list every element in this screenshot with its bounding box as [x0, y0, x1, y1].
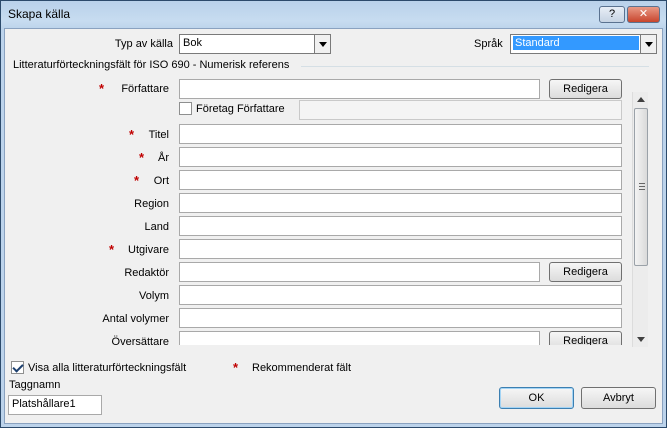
title-bar: Skapa källa ? ✕: [1, 1, 666, 28]
cancel-button[interactable]: Avbryt: [581, 387, 656, 409]
year-label: År: [158, 152, 169, 164]
title-input[interactable]: [179, 124, 622, 144]
country-label: Land: [144, 221, 169, 233]
create-source-dialog: Skapa källa ? ✕ Typ av källa Bok Språk S…: [0, 0, 667, 428]
publisher-input[interactable]: [179, 239, 622, 259]
group-divider: [301, 66, 649, 67]
volume-label: Volym: [139, 290, 169, 302]
group-title: Litteraturförteckningsfält för ISO 690 -…: [13, 59, 290, 71]
show-all-fields-label: Visa alla litteraturförteckningsfält: [28, 362, 187, 374]
tag-name-input[interactable]: Platshållare1: [8, 395, 102, 415]
city-input[interactable]: [179, 170, 622, 190]
author-input[interactable]: [179, 79, 540, 99]
show-all-fields-checkbox[interactable]: [11, 361, 24, 374]
title-label: Titel: [148, 129, 169, 141]
editor-edit-button[interactable]: Redigera: [549, 262, 622, 282]
corporate-author-checkbox[interactable]: [179, 102, 192, 115]
ok-button[interactable]: OK: [499, 387, 574, 409]
corporate-author-label: Företag Författare: [196, 103, 285, 115]
fields-scrollbar[interactable]: [632, 92, 648, 347]
country-input[interactable]: [179, 216, 622, 236]
fields-panel: * Författare Redigera Företag Författare…: [5, 73, 645, 345]
volume-input[interactable]: [179, 285, 622, 305]
language-dropdown[interactable]: Standard: [510, 34, 657, 54]
grip-line: [639, 186, 645, 187]
source-type-dropdown[interactable]: Bok: [179, 34, 331, 54]
dialog-body: Typ av källa Bok Språk Standard Litterat…: [4, 28, 663, 424]
help-button[interactable]: ?: [599, 6, 625, 23]
scroll-up-icon[interactable]: [633, 92, 649, 108]
grip-line: [639, 183, 645, 184]
source-type-label: Typ av källa: [114, 38, 173, 50]
translator-input[interactable]: [179, 331, 540, 345]
num-volumes-input[interactable]: [179, 308, 622, 328]
window-title: Skapa källa: [8, 7, 71, 21]
city-label: Ort: [153, 175, 169, 187]
editor-label: Redaktör: [124, 267, 169, 279]
close-button[interactable]: ✕: [627, 6, 660, 23]
chevron-down-icon[interactable]: [314, 35, 330, 53]
tag-name-label: Taggnamn: [9, 379, 61, 391]
language-value: Standard: [513, 36, 639, 50]
grip-line: [639, 189, 645, 190]
scrollbar-thumb[interactable]: [634, 108, 648, 266]
region-input[interactable]: [179, 193, 622, 213]
scroll-down-icon[interactable]: [633, 331, 649, 347]
recommended-field-legend: Rekommenderat fält: [252, 362, 352, 374]
editor-input[interactable]: [179, 262, 540, 282]
recommended-marker: *: [233, 360, 239, 375]
num-volumes-label: Antal volymer: [102, 313, 169, 325]
author-edit-button[interactable]: Redigera: [549, 79, 622, 99]
chevron-down-icon[interactable]: [640, 35, 656, 53]
publisher-label: Utgivare: [128, 244, 169, 256]
source-type-value: Bok: [183, 37, 202, 49]
author-label: Författare: [121, 83, 169, 95]
corporate-author-input[interactable]: [299, 100, 622, 120]
year-input[interactable]: [179, 147, 622, 167]
region-label: Region: [134, 198, 169, 210]
translator-label: Översättare: [111, 336, 169, 345]
translator-edit-button[interactable]: Redigera: [549, 331, 622, 345]
language-label: Språk: [474, 38, 503, 50]
